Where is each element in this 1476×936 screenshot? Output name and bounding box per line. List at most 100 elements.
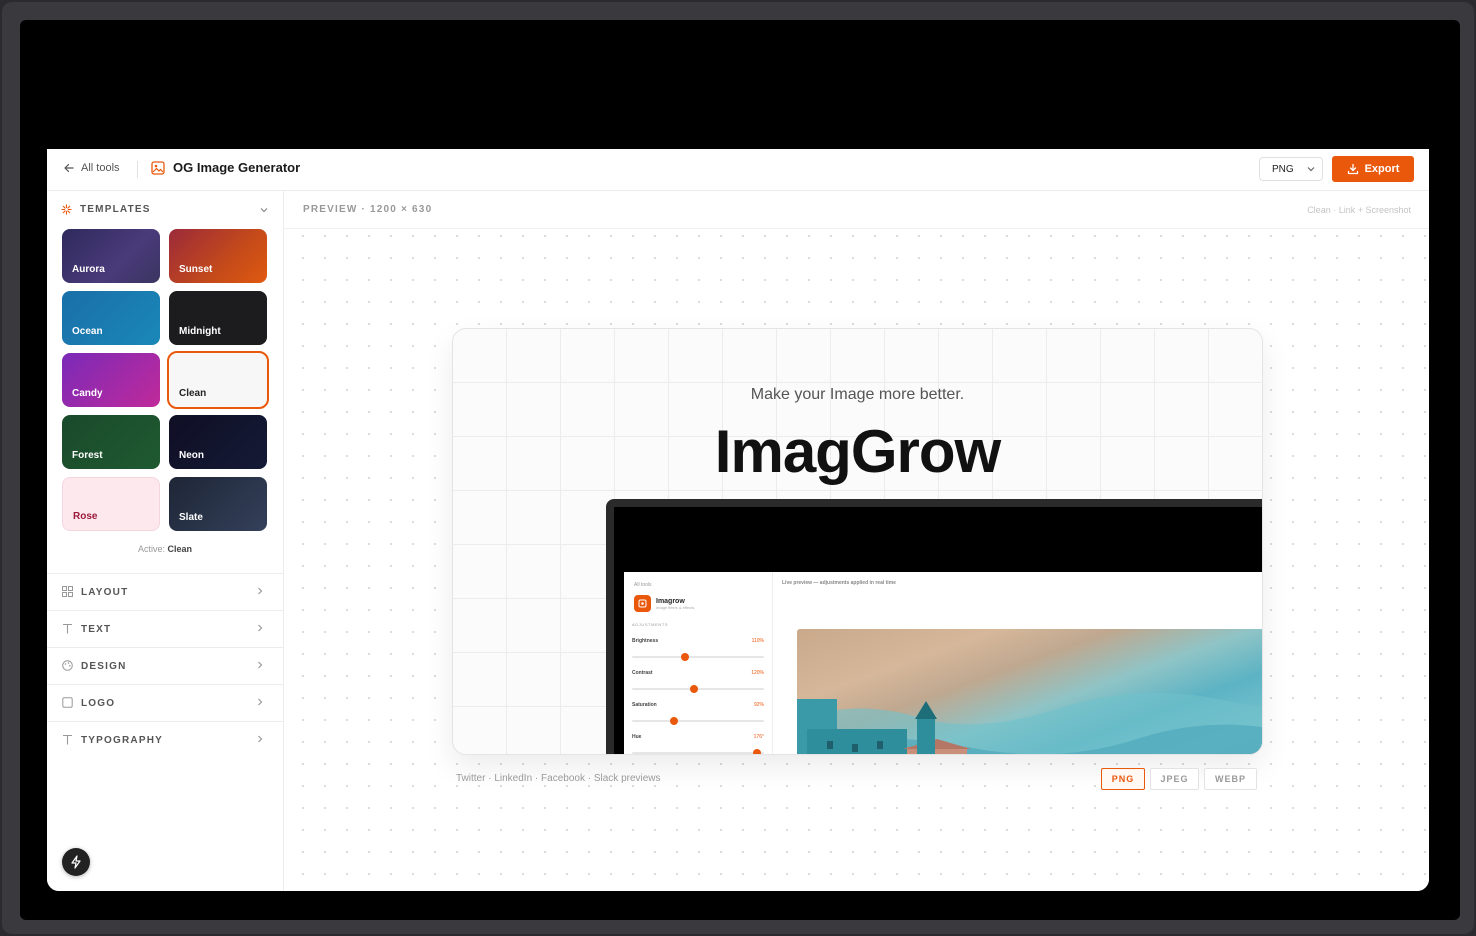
template-label: Candy <box>72 388 103 399</box>
adjustment-label: Hue <box>632 734 642 740</box>
active-template-note: Active: Clean <box>47 544 283 554</box>
format-select-value: PNG <box>1272 163 1294 175</box>
active-prefix: Active: <box>137 544 165 554</box>
templates-header[interactable]: TEMPLATES <box>61 204 269 215</box>
grid-icon <box>62 586 73 597</box>
adjustment-value: 110% <box>751 638 764 644</box>
og-tagline: Make your Image more better. <box>750 386 965 403</box>
chevron-down-icon <box>1307 167 1315 172</box>
slider-knob <box>753 749 761 754</box>
painting-image <box>794 626 1262 754</box>
template-midnight[interactable]: Midnight <box>169 291 267 345</box>
platform-note: Twitter · LinkedIn · Facebook · Slack pr… <box>456 773 661 784</box>
back-link[interactable]: All tools <box>63 162 120 174</box>
preview-header: PREVIEW · 1200 × 630 Clean · Link + Scre… <box>284 191 1429 229</box>
adjustment-value: 92% <box>753 702 764 708</box>
template-candy[interactable]: Candy <box>62 353 160 407</box>
section-label: DESIGN <box>81 661 127 672</box>
app-logo-icon <box>634 595 651 612</box>
screenshot-app-sub: Image filters & effects <box>656 604 695 610</box>
section-label: LOGO <box>81 698 116 709</box>
laptop-mockup: All tools Imagrow Image filters & effect… <box>606 499 1262 754</box>
template-label: Neon <box>179 450 204 461</box>
template-label: Sunset <box>179 264 213 275</box>
preview-area: PREVIEW · 1200 × 630 Clean · Link + Scre… <box>284 191 1429 891</box>
back-link-label: All tools <box>81 162 120 174</box>
section-logo[interactable]: LOGO <box>47 684 283 721</box>
template-label: Clean <box>179 388 207 399</box>
chevron-right-icon <box>258 624 263 632</box>
format-select[interactable]: PNG <box>1259 157 1323 181</box>
bolt-icon <box>71 855 81 869</box>
chevron-right-icon <box>258 735 263 743</box>
format-pill-label: WEBP <box>1215 774 1246 784</box>
template-label: Aurora <box>72 264 105 275</box>
section-typography[interactable]: TYPOGRAPHY <box>47 721 283 758</box>
top-bar: All tools OG Image Generator PNG Export <box>47 149 1429 191</box>
adjustment-value: 176° <box>753 734 764 740</box>
format-pill-jpeg[interactable]: JPEG <box>1150 768 1199 790</box>
page-title-text: OG Image Generator <box>173 160 301 175</box>
adjustment-label: Saturation <box>632 702 657 708</box>
template-rose[interactable]: Rose <box>62 477 160 531</box>
palette-icon <box>62 660 73 671</box>
template-label: Ocean <box>72 326 103 337</box>
image-icon <box>151 160 165 175</box>
section-design[interactable]: DESIGN <box>47 647 283 684</box>
active-value: Clean <box>167 544 193 554</box>
app-screenshot: All tools Imagrow Image filters & effect… <box>624 572 1262 754</box>
format-pill-label: JPEG <box>1160 774 1189 784</box>
section-label: TEXT <box>81 624 112 635</box>
screenshot-top-text: Live preview — adjustments applied in re… <box>782 580 896 586</box>
slider-knob <box>690 685 698 693</box>
chevron-right-icon <box>258 587 263 595</box>
template-aurora[interactable]: Aurora <box>62 229 160 283</box>
format-pill-png[interactable]: PNG <box>1101 768 1145 790</box>
app-window: All tools OG Image Generator PNG Export … <box>47 149 1429 891</box>
template-ocean[interactable]: Ocean <box>62 291 160 345</box>
chevron-right-icon <box>258 698 263 706</box>
template-clean[interactable]: Clean <box>167 351 269 409</box>
arrow-left-icon <box>64 163 74 173</box>
painting-detail <box>797 692 1262 754</box>
slider-knob <box>681 653 689 661</box>
template-forest[interactable]: Forest <box>62 415 160 469</box>
square-icon <box>62 697 73 708</box>
template-sunset[interactable]: Sunset <box>169 229 267 283</box>
template-label: Forest <box>72 450 103 461</box>
slider-knob <box>670 717 678 725</box>
template-label: Slate <box>179 512 203 523</box>
format-pill-webp[interactable]: WEBP <box>1204 768 1257 790</box>
hue-slider <box>632 749 764 754</box>
section-label: LAYOUT <box>81 587 129 598</box>
quick-action-button[interactable] <box>62 848 90 876</box>
export-button[interactable]: Export <box>1332 156 1414 182</box>
template-label: Rose <box>73 511 98 522</box>
text-icon <box>63 623 72 634</box>
og-image-card: Make your Image more better. ImagGrow Al… <box>452 328 1263 755</box>
sidebar: TEMPLATES Aurora Sunset Ocean Midnight C… <box>47 191 284 891</box>
template-neon[interactable]: Neon <box>169 415 267 469</box>
template-slate[interactable]: Slate <box>169 477 267 531</box>
preview-meta: Clean · Link + Screenshot <box>1307 205 1411 215</box>
brightness-slider <box>632 653 764 661</box>
section-label: TYPOGRAPHY <box>81 735 164 746</box>
page-title: OG Image Generator <box>151 160 300 175</box>
section-text[interactable]: TEXT <box>47 610 283 647</box>
screenshot-brand: Imagrow Image filters & effects <box>634 595 694 612</box>
saturation-slider <box>632 717 764 725</box>
laptop-screen: All tools Imagrow Image filters & effect… <box>614 507 1262 754</box>
screenshot-sidebar: All tools Imagrow Image filters & effect… <box>624 572 773 754</box>
export-button-label: Export <box>1364 163 1400 175</box>
adjustment-value: 120% <box>751 670 764 676</box>
download-icon <box>1347 163 1358 175</box>
preview-label: PREVIEW · 1200 × 630 <box>303 204 433 215</box>
template-label: Midnight <box>179 326 221 337</box>
sparkle-icon <box>61 204 72 215</box>
divider <box>137 161 138 178</box>
chevron-right-icon <box>258 661 263 669</box>
adjustment-label: Contrast <box>632 670 653 676</box>
section-layout[interactable]: LAYOUT <box>47 573 283 610</box>
adjustment-label: Brightness <box>632 638 659 644</box>
screenshot-app-name: Imagrow <box>656 597 685 605</box>
